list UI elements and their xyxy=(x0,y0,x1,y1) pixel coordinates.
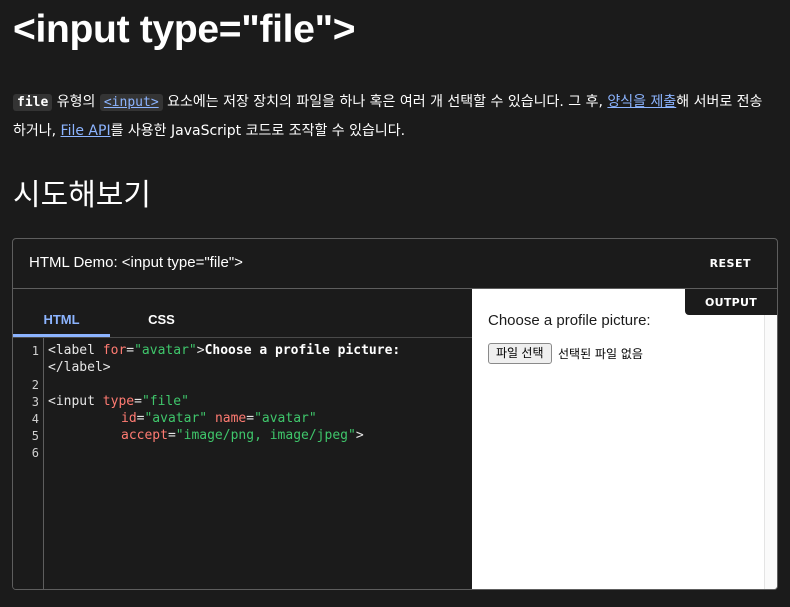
code-token: name xyxy=(214,411,247,426)
page-title: <input type="file"> xyxy=(13,8,356,51)
line-number: 4 xyxy=(31,412,39,426)
code-token: </label> xyxy=(48,360,111,375)
code-token: = xyxy=(167,428,176,443)
interactive-demo: HTML Demo: <input type="file"> RESET HTM… xyxy=(12,238,778,590)
code-token: <input xyxy=(48,394,103,409)
code-line-5: accept="image/png, image/jpeg"> xyxy=(121,428,364,443)
form-submit-link[interactable]: 양식을 제출 xyxy=(607,94,676,110)
code-line-4: id="avatar" name="avatar" xyxy=(121,411,317,426)
tab-html[interactable]: HTML xyxy=(13,289,110,337)
code-token: id xyxy=(121,411,137,426)
line-number: 1 xyxy=(31,344,39,358)
code-token: "file" xyxy=(141,394,189,409)
code-token: > xyxy=(196,343,205,358)
code-line-1: <label for="avatar">Choose a profile pic… xyxy=(48,343,400,358)
code-file: file xyxy=(13,94,53,111)
code-token: accept xyxy=(121,428,168,443)
intro-text-4: 를 사용한 JavaScript 코드로 조작할 수 있습니다. xyxy=(110,123,406,139)
code-token: = xyxy=(134,394,142,409)
demo-header: HTML Demo: <input type="file"> RESET xyxy=(13,239,777,289)
output-label: Choose a profile picture: xyxy=(488,312,651,329)
code-token: "avatar" xyxy=(144,411,208,426)
code-token: <label xyxy=(48,343,103,358)
output-pane: OUTPUT Choose a profile picture: 파일 선택 선… xyxy=(472,289,777,589)
line-number: 5 xyxy=(31,429,39,443)
try-it-heading: 시도해보기 xyxy=(13,178,151,213)
intro-paragraph: file 유형의 <input> 요소에는 저장 장치의 파일을 하나 혹은 여… xyxy=(13,88,773,145)
code-token: for xyxy=(102,343,127,358)
line-number: 3 xyxy=(31,395,39,409)
code-token: = xyxy=(126,343,135,358)
file-api-link[interactable]: File API xyxy=(61,123,111,139)
code-token: "avatar" xyxy=(134,343,197,358)
output-scrollbar[interactable] xyxy=(764,315,777,589)
file-status-text: 선택된 파일 없음 xyxy=(558,347,643,361)
line-number: 6 xyxy=(31,446,39,460)
demo-title: HTML Demo: <input type="file"> xyxy=(29,254,243,271)
output-tab: OUTPUT xyxy=(685,289,777,315)
code-token: type xyxy=(102,394,135,409)
input-element-link[interactable]: <input> xyxy=(99,94,163,111)
code-token: > xyxy=(355,428,364,443)
line-number-gutter: 1 2 3 4 5 6 xyxy=(13,338,44,589)
editor-tabs: HTML CSS xyxy=(13,289,472,338)
tab-css[interactable]: CSS xyxy=(113,289,210,337)
code-token: "image/png, image/jpeg" xyxy=(175,428,356,443)
code-token: "avatar" xyxy=(254,411,317,426)
code-editor[interactable]: 1 2 3 4 5 6 <label for="avatar">Choose a… xyxy=(13,338,472,589)
editor-pane: HTML CSS 1 2 3 4 5 6 <label for="avatar"… xyxy=(13,289,472,589)
file-select-button[interactable]: 파일 선택 xyxy=(488,343,552,364)
code-token: Choose a profile picture: xyxy=(204,343,401,358)
line-number: 2 xyxy=(31,378,39,392)
code-line-3: <input type="file" xyxy=(48,394,189,409)
reset-button[interactable]: RESET xyxy=(710,257,751,270)
intro-text-1: 유형의 xyxy=(52,94,100,110)
intro-text-2: 요소에는 저장 장치의 파일을 하나 혹은 여러 개 선택할 수 있습니다. 그… xyxy=(162,94,608,110)
code-line-1-wrap: </label> xyxy=(48,360,111,375)
code-token: = xyxy=(246,411,255,426)
